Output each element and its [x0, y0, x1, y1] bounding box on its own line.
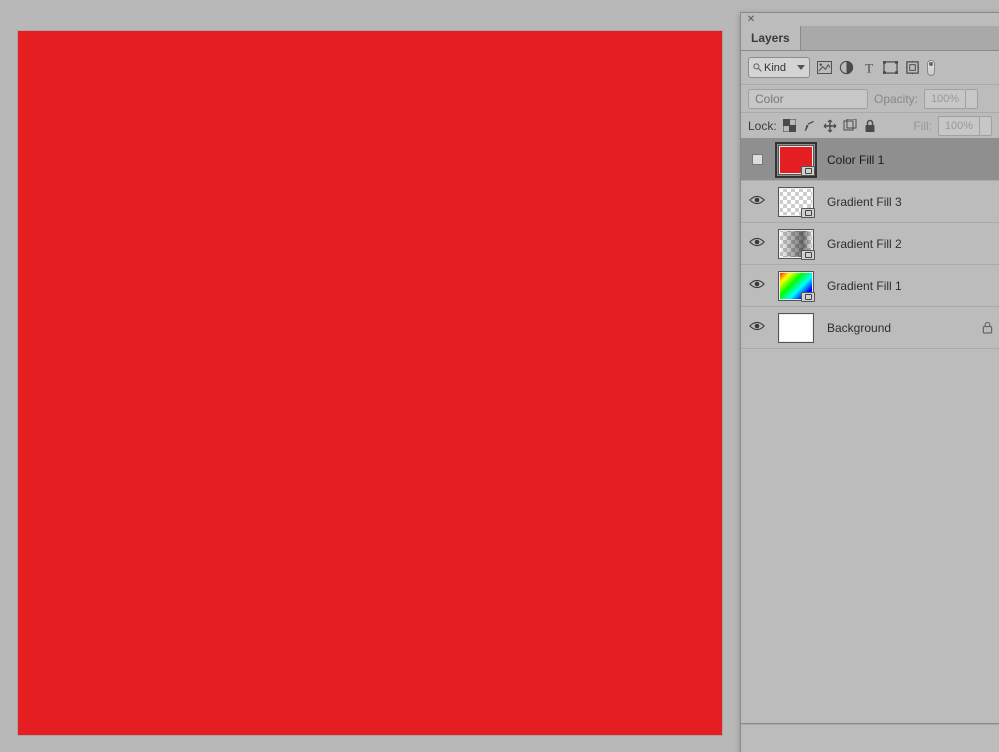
opacity-field[interactable]: 100%	[924, 89, 978, 109]
opacity-label: Opacity:	[874, 92, 918, 106]
filter-row: Kind T	[741, 51, 999, 85]
layer-name[interactable]: Gradient Fill 1	[819, 279, 999, 293]
lock-label: Lock:	[748, 119, 777, 133]
blend-mode-select[interactable]: Color	[748, 89, 868, 109]
lock-artboard-icon[interactable]	[843, 119, 857, 133]
layer-row[interactable]: Gradient Fill 1	[741, 265, 999, 307]
panel-bottom-bar	[741, 724, 999, 752]
lock-all-icon[interactable]	[863, 119, 877, 133]
layer-thumbnail[interactable]	[778, 271, 814, 301]
filter-kind-label: Kind	[764, 62, 786, 74]
filter-kind-select[interactable]: Kind	[748, 57, 810, 78]
search-icon	[753, 63, 762, 72]
layer-thumbnail[interactable]	[778, 187, 814, 217]
visibility-toggle[interactable]	[749, 236, 765, 251]
layer-list: Color Fill 1 Gradient Fill 3	[741, 139, 999, 724]
panel-titlebar: ✕	[741, 13, 999, 27]
lock-row: Lock: Fill: 100%	[741, 113, 999, 139]
filter-icons: T	[817, 60, 935, 76]
layer-name[interactable]: Gradient Fill 2	[819, 237, 999, 251]
opacity-value: 100%	[924, 89, 966, 109]
layer-name[interactable]: Gradient Fill 3	[819, 195, 999, 209]
fill-value: 100%	[938, 116, 980, 136]
layer-thumbnail[interactable]	[778, 145, 814, 175]
chevron-down-icon	[797, 65, 805, 70]
layer-row[interactable]: Background	[741, 307, 999, 349]
svg-text:T: T	[864, 61, 872, 75]
lock-transparency-icon[interactable]	[783, 119, 797, 133]
lock-position-icon[interactable]	[823, 119, 837, 133]
eye-icon	[749, 320, 765, 332]
adjustment-badge-icon	[801, 250, 815, 260]
layer-name[interactable]: Background	[819, 321, 975, 335]
adjustment-badge-icon	[801, 166, 815, 176]
fill-label: Fill:	[913, 119, 932, 133]
visibility-toggle[interactable]	[749, 278, 765, 293]
lock-icon	[975, 321, 999, 334]
filter-pixel-icon[interactable]	[817, 60, 832, 75]
filter-smartobject-icon[interactable]	[905, 60, 920, 75]
eye-icon	[749, 194, 765, 206]
visibility-toggle[interactable]	[749, 320, 765, 335]
layer-row[interactable]: Color Fill 1	[741, 139, 999, 181]
opacity-dropdown-icon[interactable]	[966, 89, 978, 109]
panel-tabbar: Layers	[741, 27, 999, 51]
lock-pixels-icon[interactable]	[803, 119, 817, 133]
tab-layers[interactable]: Layers	[741, 26, 801, 50]
layer-row[interactable]: Gradient Fill 3	[741, 181, 999, 223]
filter-adjustment-icon[interactable]	[839, 60, 854, 75]
visibility-toggle[interactable]	[752, 154, 763, 165]
layers-panel: ✕ Layers Kind T	[740, 12, 999, 752]
layer-row[interactable]: Gradient Fill 2	[741, 223, 999, 265]
adjustment-badge-icon	[801, 208, 815, 218]
filter-shape-icon[interactable]	[883, 60, 898, 75]
filter-toggle[interactable]	[927, 60, 935, 76]
blend-mode-value: Color	[755, 92, 784, 106]
document-canvas[interactable]	[18, 31, 722, 735]
eye-icon	[749, 236, 765, 248]
layer-name[interactable]: Color Fill 1	[819, 153, 999, 167]
blend-row: Color Opacity: 100%	[741, 85, 999, 113]
adjustment-badge-icon	[801, 292, 815, 302]
visibility-toggle[interactable]	[749, 194, 765, 209]
close-icon[interactable]: ✕	[746, 15, 756, 25]
fill-dropdown-icon[interactable]	[980, 116, 992, 136]
layer-thumbnail[interactable]	[778, 229, 814, 259]
filter-type-icon[interactable]: T	[861, 60, 876, 75]
fill-field[interactable]: 100%	[938, 116, 992, 136]
eye-icon	[749, 278, 765, 290]
layer-thumbnail[interactable]	[778, 313, 814, 343]
